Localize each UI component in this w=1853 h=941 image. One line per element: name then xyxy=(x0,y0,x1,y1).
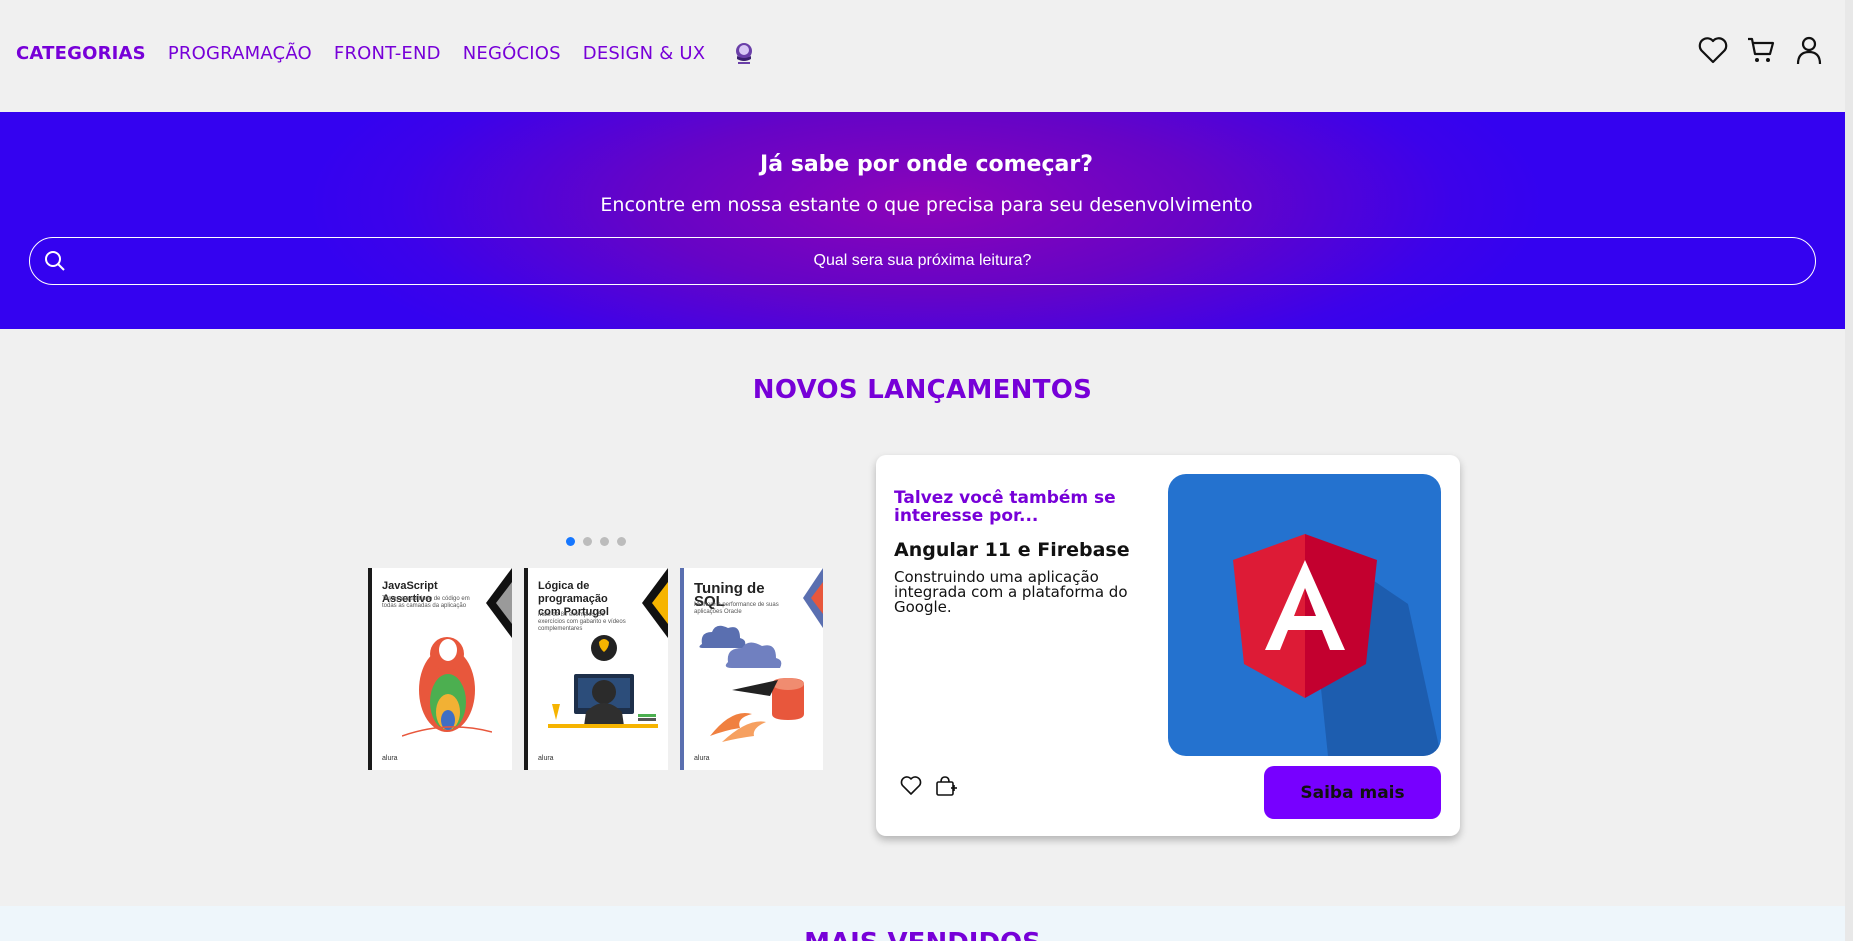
book-subtitle: Mais de 80 exemplos, 55 exercícios com g… xyxy=(538,612,626,632)
alura-books-logo-icon[interactable] xyxy=(731,40,757,66)
nav-programacao[interactable]: PROGRAMAÇÃO xyxy=(168,43,312,64)
carousel-dots xyxy=(566,537,634,546)
user-icon[interactable] xyxy=(1793,34,1825,66)
nav-categorias[interactable]: CATEGORIAS xyxy=(16,43,146,64)
banner-title: Já sabe por onde começar? xyxy=(760,152,1093,177)
book-subtitle: Melhore a performance de suas aplicações… xyxy=(694,602,779,615)
search-box xyxy=(29,237,1816,285)
angular-logo-icon xyxy=(1233,534,1441,756)
carousel-dot[interactable] xyxy=(600,537,609,546)
book-cover-javascript-assertivo[interactable]: JavaScript Assertivo Testes e qualidade … xyxy=(368,568,512,770)
book-corner-icon xyxy=(642,568,668,638)
nav-front-end[interactable]: FRONT-END xyxy=(334,43,441,64)
banner-subtitle: Encontre em nossa estante o que precisa … xyxy=(600,194,1253,216)
header-actions xyxy=(1681,34,1825,66)
card-description: Construindo uma aplicação integrada com … xyxy=(894,568,1128,616)
best-sellers-title: MAIS VENDIDOS xyxy=(0,928,1845,941)
book-subtitle: Testes e qualidade de código em todas as… xyxy=(382,596,470,609)
programmer-illustration xyxy=(548,635,658,728)
featured-book-card: Talvez você também se interesse por... A… xyxy=(876,455,1460,836)
site-header: CATEGORIAS PROGRAMAÇÃO FRONT-END NEGÓCIO… xyxy=(0,0,1853,112)
card-kicker: Talvez você também se interesse por... xyxy=(894,488,1116,526)
saiba-mais-button[interactable]: Saiba mais xyxy=(1264,766,1441,819)
book-cover-logica-portugol[interactable]: Lógica de programação com Portugol Mais … xyxy=(524,568,668,770)
category-nav: CATEGORIAS PROGRAMAÇÃO FRONT-END NEGÓCIO… xyxy=(16,40,757,66)
favorite-heart-icon[interactable] xyxy=(900,775,922,797)
book-publisher: alura xyxy=(694,755,710,762)
search-input[interactable] xyxy=(30,238,1815,284)
card-title: Angular 11 e Firebase xyxy=(894,539,1130,561)
matryoshka-illustration xyxy=(402,637,492,737)
book-publisher: alura xyxy=(382,755,398,762)
carousel-dot[interactable] xyxy=(617,537,626,546)
book-carousel: JavaScript Assertivo Testes e qualidade … xyxy=(368,568,835,770)
nav-negocios[interactable]: NEGÓCIOS xyxy=(463,43,561,64)
page-scrollbar[interactable] xyxy=(1845,0,1853,941)
book-cover-tuning-sql[interactable]: Tuning de SQL Melhore a performance de s… xyxy=(680,568,823,770)
heart-icon[interactable] xyxy=(1697,34,1729,66)
book-publisher: alura xyxy=(538,755,554,762)
angular-book-cover xyxy=(1168,474,1441,756)
database-clouds-illustration xyxy=(699,625,804,742)
carousel-dot[interactable] xyxy=(583,537,592,546)
best-sellers-section: MAIS VENDIDOS xyxy=(0,906,1853,941)
new-releases-title: NOVOS LANÇAMENTOS xyxy=(752,375,1093,405)
search-banner: Já sabe por onde começar? Encontre em no… xyxy=(0,112,1853,329)
add-to-bag-icon[interactable] xyxy=(935,775,957,797)
nav-design-ux[interactable]: DESIGN & UX xyxy=(583,43,706,64)
search-icon xyxy=(44,250,66,272)
cart-icon[interactable] xyxy=(1745,34,1777,66)
carousel-dot[interactable] xyxy=(566,537,575,546)
